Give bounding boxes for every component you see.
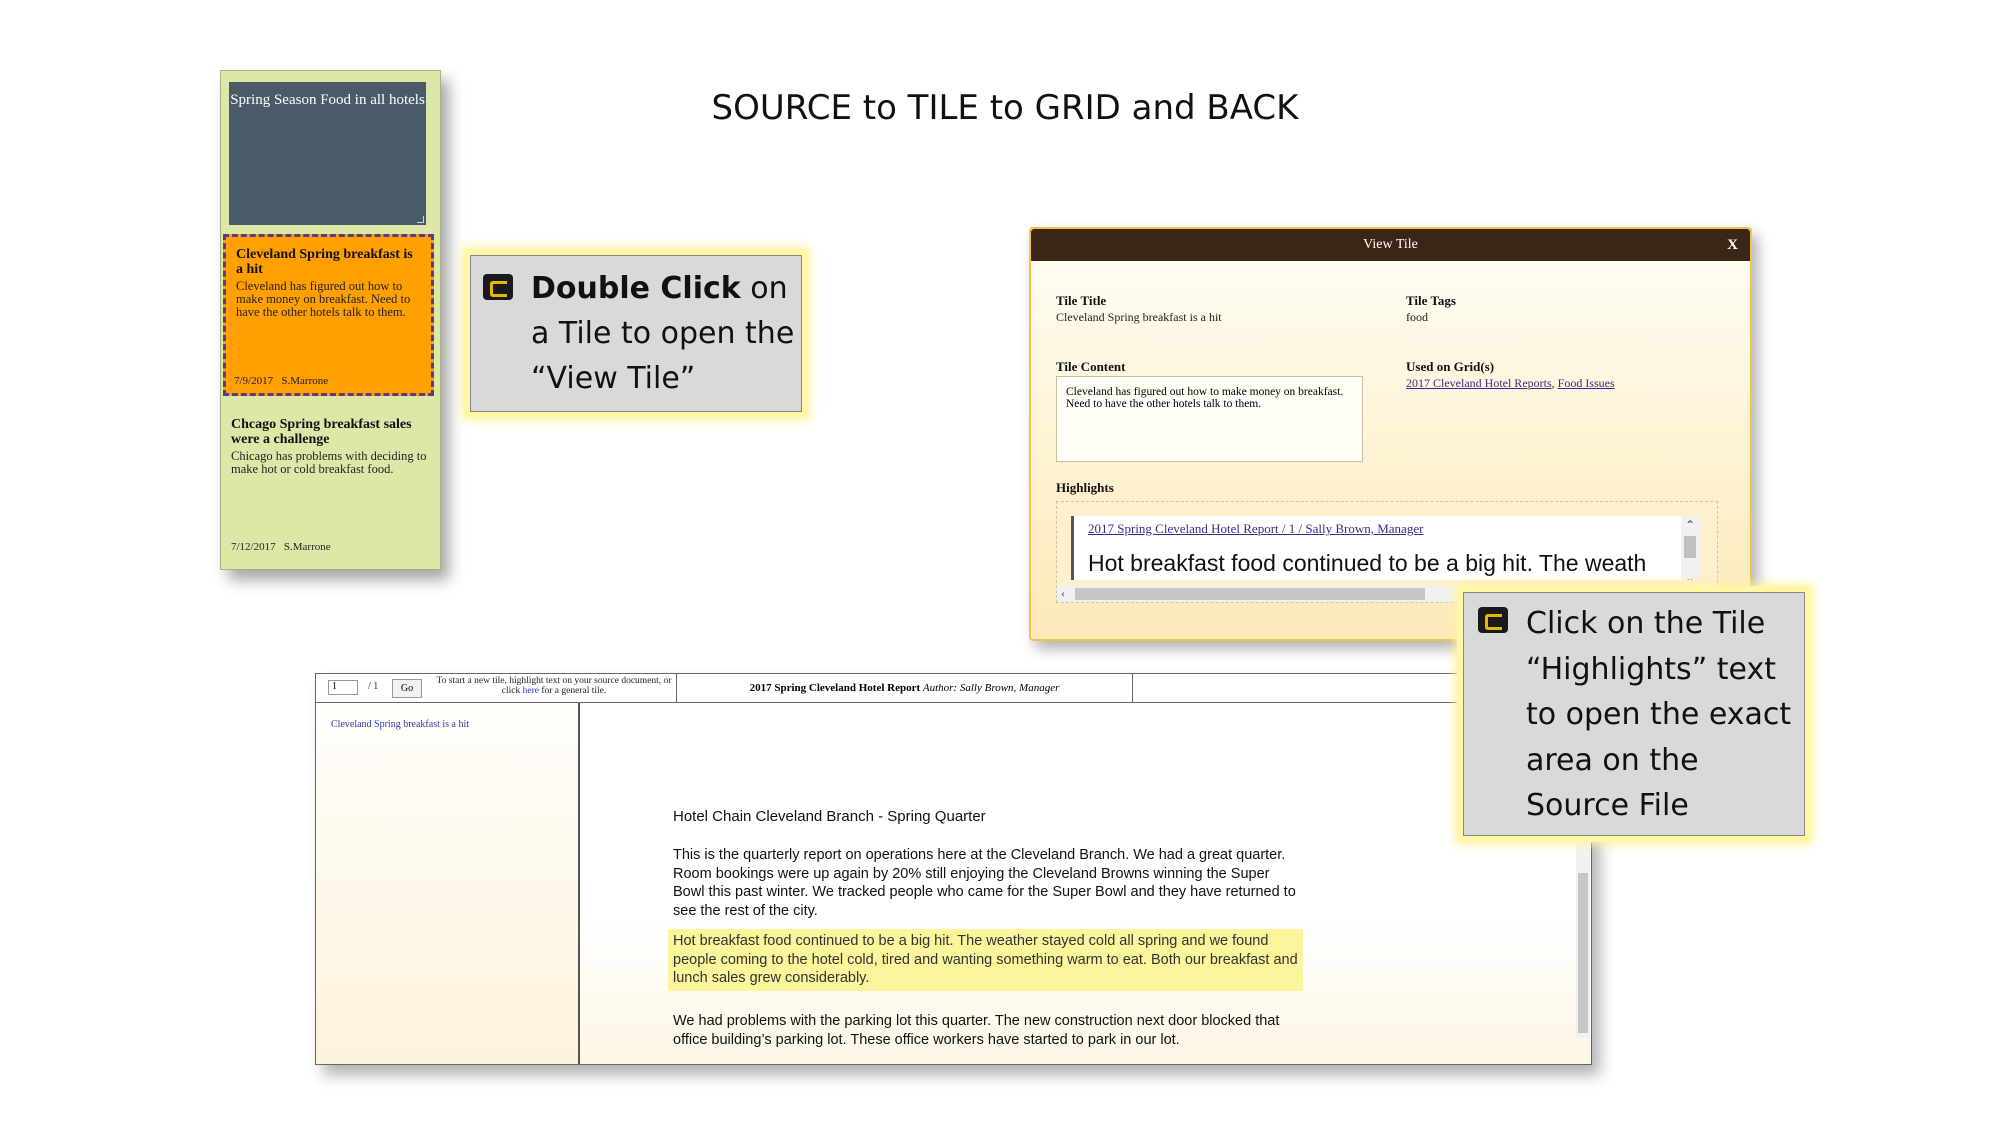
tile-tags-value: food xyxy=(1406,310,1428,324)
scroll-thumb[interactable] xyxy=(1684,536,1696,558)
page-total: / 1 xyxy=(368,681,379,692)
grid-link[interactable]: 2017 Cleveland Hotel Reports xyxy=(1406,376,1552,390)
callout-highlights: Click on the Tile “Highlights” text to o… xyxy=(1463,592,1805,836)
page-number-input[interactable]: 1 xyxy=(328,680,358,695)
tile-body: Chicago has problems with deciding to ma… xyxy=(231,449,427,476)
author-label: Author: xyxy=(922,682,958,694)
resize-handle-icon[interactable] xyxy=(417,216,424,223)
scroll-left-icon[interactable]: ‹ xyxy=(1061,587,1065,599)
close-button[interactable]: X xyxy=(1727,229,1738,261)
tip-icon xyxy=(483,274,513,300)
tile-content-box: Cleveland has figured out how to make mo… xyxy=(1056,376,1363,462)
scroll-down-icon[interactable]: ⌄ xyxy=(1685,572,1695,580)
tile-meta: 7/12/2017 S.Marrone xyxy=(231,541,331,553)
dialog-title: View Tile xyxy=(1363,237,1418,252)
tile-title: Chcago Spring breakfast sales were a cha… xyxy=(231,417,412,447)
highlights-box: 2017 Spring Cleveland Hotel Report / 1 /… xyxy=(1056,501,1718,603)
hint-text: for a general tile. xyxy=(538,686,607,696)
tile-author: S.Marrone xyxy=(283,541,331,553)
tile-title-label: Tile Title xyxy=(1056,293,1107,308)
document-author: Sally Brown, Manager xyxy=(959,682,1060,694)
tile-column: Spring Season Food in all hotels Clevela… xyxy=(220,70,441,570)
tile-author: S.Marrone xyxy=(281,375,329,387)
tile-tags-label: Tile Tags xyxy=(1406,293,1456,308)
document-pane: Hotel Chain Cleveland Branch - Spring Qu… xyxy=(580,703,1590,1064)
dialog-header: View Tile X xyxy=(1031,229,1750,261)
viewer-toolbar: 1 / 1 Go To start a new tile, highlight … xyxy=(316,674,1591,703)
tile-date: 7/12/2017 xyxy=(231,541,276,553)
tile-cleveland[interactable]: Cleveland Spring breakfast is a hit Clev… xyxy=(223,234,434,396)
vertical-scrollbar[interactable]: ⌃ ⌄ xyxy=(1681,516,1699,580)
scroll-up-icon[interactable]: ⌃ xyxy=(1685,519,1695,531)
scroll-thumb[interactable] xyxy=(1075,588,1425,600)
tile-group-header[interactable]: Spring Season Food in all hotels xyxy=(229,82,426,225)
tile-body: Cleveland has figured out how to make mo… xyxy=(236,279,411,319)
document-title: 2017 Spring Cleveland Hotel Report xyxy=(749,682,921,694)
highlight-text[interactable]: Hot breakfast food continued to be a big… xyxy=(1088,550,1646,577)
tile-group-title: Spring Season Food in all hotels xyxy=(230,92,425,108)
tile-sidebar: Cleveland Spring breakfast is a hit xyxy=(316,703,580,1064)
go-button[interactable]: Go xyxy=(392,679,422,698)
callout-text: Click on the Tile “Highlights” text to o… xyxy=(1526,606,1792,823)
tile-title-value: Cleveland Spring breakfast is a hit xyxy=(1056,310,1222,324)
highlights-label: Highlights xyxy=(1056,480,1114,495)
used-on-grids-label: Used on Grid(s) xyxy=(1406,359,1495,374)
highlighted-paragraph[interactable]: Hot breakfast food continued to be a big… xyxy=(668,929,1303,991)
callout-double-click: Double Click on a Tile to open the “View… xyxy=(470,255,802,412)
hint-text: click xyxy=(501,686,523,696)
new-tile-hint: To start a new tile, highlight text on y… xyxy=(434,676,674,696)
tile-date: 7/9/2017 xyxy=(234,375,274,387)
scroll-thumb[interactable] xyxy=(1578,873,1588,1033)
view-tile-dialog: View Tile X Tile Title Cleveland Spring … xyxy=(1029,227,1752,641)
tile-chicago[interactable]: Chcago Spring breakfast sales were a cha… xyxy=(229,411,429,563)
tile-meta: 7/9/2017 S.Marrone xyxy=(234,375,328,387)
callout-bold: Double Click xyxy=(531,271,741,306)
document-paragraph: We had problems with the parking lot thi… xyxy=(673,1013,1280,1048)
highlight-entry[interactable]: 2017 Spring Cleveland Hotel Report / 1 /… xyxy=(1071,516,1699,580)
callout-text: Double Click on a Tile to open the “View… xyxy=(531,266,801,401)
general-tile-link[interactable]: here xyxy=(523,686,539,696)
source-viewer: 1 / 1 Go To start a new tile, highlight … xyxy=(315,673,1592,1065)
document-paragraph: This is the quarterly report on operatio… xyxy=(673,847,1296,919)
tile-content-label: Tile Content xyxy=(1056,359,1126,374)
document-title-bar: 2017 Spring Cleveland Hotel Report Autho… xyxy=(676,674,1133,702)
grid-links: 2017 Cleveland Hotel Reports, Food Issue… xyxy=(1406,376,1615,391)
grid-link[interactable]: Food Issues xyxy=(1558,376,1615,390)
highlight-source-link[interactable]: 2017 Spring Cleveland Hotel Report / 1 /… xyxy=(1088,521,1423,537)
sidebar-tile-link[interactable]: Cleveland Spring breakfast is a hit xyxy=(331,719,469,730)
tip-icon xyxy=(1478,607,1508,633)
document-heading: Hotel Chain Cleveland Branch - Spring Qu… xyxy=(673,808,986,825)
page-title: SOURCE to TILE to GRID and BACK xyxy=(711,88,1299,128)
hint-text: To start a new tile, highlight text on y… xyxy=(436,676,672,686)
tile-title: Cleveland Spring breakfast is a hit xyxy=(236,247,413,277)
